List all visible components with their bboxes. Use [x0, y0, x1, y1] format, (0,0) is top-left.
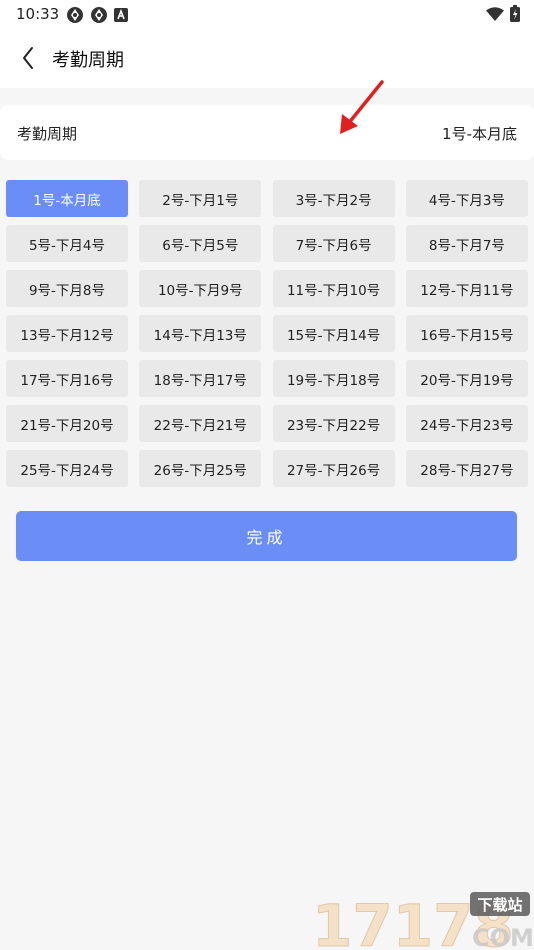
- cycle-option[interactable]: 17号-下月16号: [6, 360, 128, 397]
- watermark-domain: COM: [472, 924, 534, 950]
- status-bar: 10:33: [0, 0, 534, 28]
- font-a-icon: [114, 8, 128, 22]
- cycle-option[interactable]: 23号-下月22号: [272, 405, 395, 442]
- cycle-option[interactable]: 14号-下月13号: [139, 315, 262, 352]
- cycle-option[interactable]: 15号-下月14号: [272, 315, 395, 352]
- attendance-cycle-field[interactable]: 考勤周期 1号-本月底: [0, 105, 534, 160]
- cycle-option[interactable]: 1号-本月底: [6, 180, 128, 217]
- watermark-tag: 下载站: [477, 896, 522, 914]
- cycle-option[interactable]: 3号-下月2号: [272, 180, 395, 217]
- wifi-icon: [486, 6, 504, 21]
- done-button[interactable]: 完成: [16, 511, 517, 561]
- field-label: 考勤周期: [17, 125, 78, 143]
- page-title: 考勤周期: [52, 50, 124, 71]
- cycle-option[interactable]: 12号-下月11号: [405, 270, 528, 307]
- nav-bar: 考勤周期: [0, 28, 534, 88]
- annotation-arrow-icon: [340, 80, 384, 134]
- sync-icon: [91, 7, 107, 23]
- cycle-options-grid: 1号-本月底 2号-下月1号 3号-下月2号 4号-下月3号 5号-下月4号 6号-下月5…: [6, 180, 528, 487]
- watermark-logo: 17178 下载站 COM: [312, 892, 534, 950]
- cycle-option[interactable]: 5号-下月4号: [6, 225, 128, 262]
- cycle-option[interactable]: 7号-下月6号: [272, 225, 395, 262]
- cycle-option[interactable]: 27号-下月26号: [272, 450, 395, 487]
- cycle-option[interactable]: 13号-下月12号: [6, 315, 128, 352]
- battery-icon: [510, 5, 520, 22]
- cycle-option[interactable]: 11号-下月10号: [272, 270, 395, 307]
- cycle-option[interactable]: 9号-下月8号: [6, 270, 128, 307]
- cycle-option[interactable]: 21号-下月20号: [6, 405, 128, 442]
- sync-icon: [67, 7, 83, 23]
- status-icons-right: [486, 5, 520, 22]
- status-time: 10:33: [16, 5, 60, 23]
- cycle-option[interactable]: 18号-下月17号: [139, 360, 262, 397]
- cycle-option[interactable]: 20号-下月19号: [405, 360, 528, 397]
- cycle-option[interactable]: 19号-下月18号: [272, 360, 395, 397]
- cycle-option[interactable]: 22号-下月21号: [139, 405, 262, 442]
- cycle-option[interactable]: 24号-下月23号: [405, 405, 528, 442]
- chevron-left-icon: [23, 47, 33, 69]
- cycle-option[interactable]: 10号-下月9号: [139, 270, 262, 307]
- back-button[interactable]: [14, 42, 42, 74]
- cycle-option[interactable]: 2号-下月1号: [139, 180, 262, 217]
- cycle-option[interactable]: 16号-下月15号: [405, 315, 528, 352]
- cycle-option[interactable]: 26号-下月25号: [139, 450, 262, 487]
- cycle-option[interactable]: 28号-下月27号: [405, 450, 528, 487]
- cycle-option[interactable]: 4号-下月3号: [405, 180, 528, 217]
- status-icons-left: [66, 6, 128, 24]
- field-value: 1号-本月底: [442, 125, 517, 143]
- cycle-option[interactable]: 25号-下月24号: [6, 450, 128, 487]
- cycle-option[interactable]: 8号-下月7号: [405, 225, 528, 262]
- cycle-option[interactable]: 6号-下月5号: [139, 225, 262, 262]
